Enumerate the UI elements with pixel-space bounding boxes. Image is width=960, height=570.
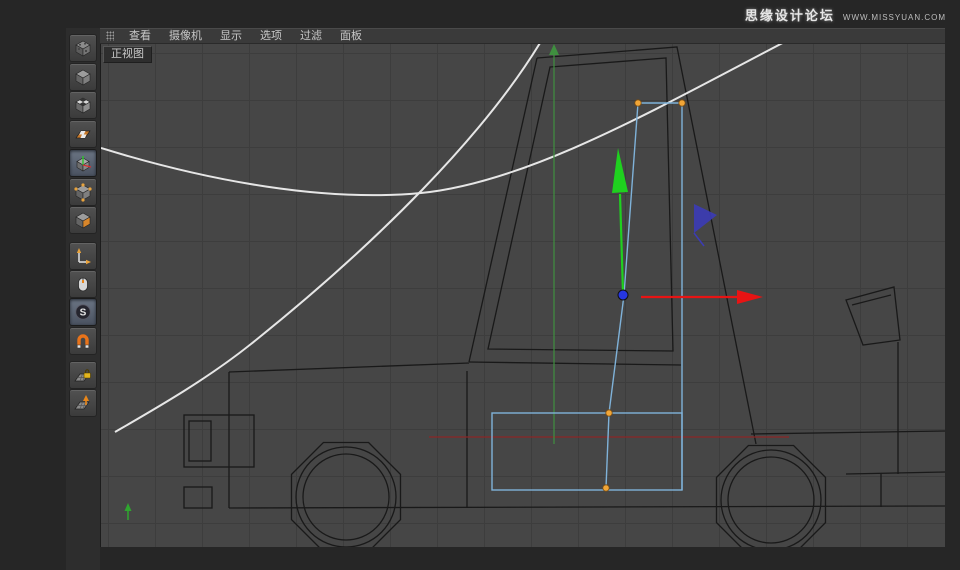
viewport[interactable]: 正视图 [100, 44, 945, 547]
toolbar-button-align-workplane[interactable] [69, 389, 97, 417]
toolbar-button-enable-snap[interactable]: S [69, 298, 97, 326]
menu-item-display[interactable]: 显示 [211, 29, 251, 43]
viewport-canvas[interactable] [101, 44, 945, 547]
move-gizmo[interactable] [612, 148, 763, 304]
snap-sphere-icon: S [75, 304, 91, 320]
toolbar-button-polygons-mode[interactable] [69, 206, 97, 234]
vertex-point [634, 99, 642, 107]
grid-arrow-icon [74, 395, 90, 410]
vertex-point [678, 99, 686, 107]
textured-cube-icon [75, 40, 91, 57]
toolbar-button-enable-axis[interactable] [69, 242, 97, 270]
toolbar-button-lock-workplane[interactable] [69, 361, 97, 389]
cube-axes-icon [76, 156, 92, 172]
car-wireframe [183, 46, 945, 547]
magnet-icon [77, 334, 89, 349]
vertex-point [605, 409, 613, 417]
watermark: 思缘设计论坛 WWW.MISSYUAN.COM [745, 5, 946, 24]
menu-item-camera[interactable]: 摄像机 [160, 29, 211, 43]
watermark-url: WWW.MISSYUAN.COM [842, 13, 946, 22]
svg-text:S: S [80, 308, 87, 319]
view-label[interactable]: 正视图 [103, 46, 152, 63]
toolbar-button-object-mode[interactable] [69, 149, 97, 177]
mode-toolbar: S [66, 28, 100, 570]
gizmo-center-handle[interactable] [617, 289, 629, 301]
world-axis-y [549, 44, 559, 444]
watermark-title: 思缘设计论坛 [744, 8, 835, 23]
gizmo-x-arrow[interactable] [641, 290, 763, 304]
axis-icon [76, 248, 91, 265]
vertex-point [602, 484, 610, 492]
guide-spline-diagonal [114, 44, 541, 433]
view-axis-indicator [124, 503, 132, 520]
checker-plane-icon [75, 130, 91, 139]
toolbar-button-make-editable[interactable] [69, 34, 97, 62]
menu-item-view[interactable]: 查看 [120, 29, 160, 43]
cube-face-icon [75, 212, 91, 229]
grid-lock-icon [74, 369, 91, 382]
menu-item-options[interactable]: 选项 [251, 29, 291, 43]
guide-splines [101, 44, 783, 433]
checker-cube-icon [75, 97, 91, 114]
toolbar-button-magnet-snap[interactable] [69, 327, 97, 355]
menu-item-panel[interactable]: 面板 [331, 29, 371, 43]
title-bar: 思缘设计论坛 WWW.MISSYUAN.COM [0, 0, 960, 28]
mouse-icon [78, 277, 88, 292]
vertex-points[interactable] [602, 99, 686, 492]
toolbar-button-texture-mode[interactable] [69, 91, 97, 119]
toolbar-button-model-mode[interactable] [69, 63, 97, 91]
menu-item-filter[interactable]: 过滤 [291, 29, 331, 43]
toolbar-button-workplane-mode[interactable] [69, 120, 97, 148]
cube-points-icon [74, 183, 92, 202]
menu-grip-icon[interactable] [106, 31, 114, 41]
cube-icon [75, 69, 91, 86]
toolbar-button-viewport-solo[interactable] [69, 270, 97, 298]
viewport-menubar: 查看 摄像机 显示 选项 过滤 面板 [100, 28, 945, 44]
gizmo-z-handle[interactable] [693, 204, 717, 247]
toolbar-button-points-mode[interactable] [69, 178, 97, 206]
app-window: 思缘设计论坛 WWW.MISSYUAN.COM 查看 摄像机 显示 选项 过滤 … [0, 0, 960, 570]
